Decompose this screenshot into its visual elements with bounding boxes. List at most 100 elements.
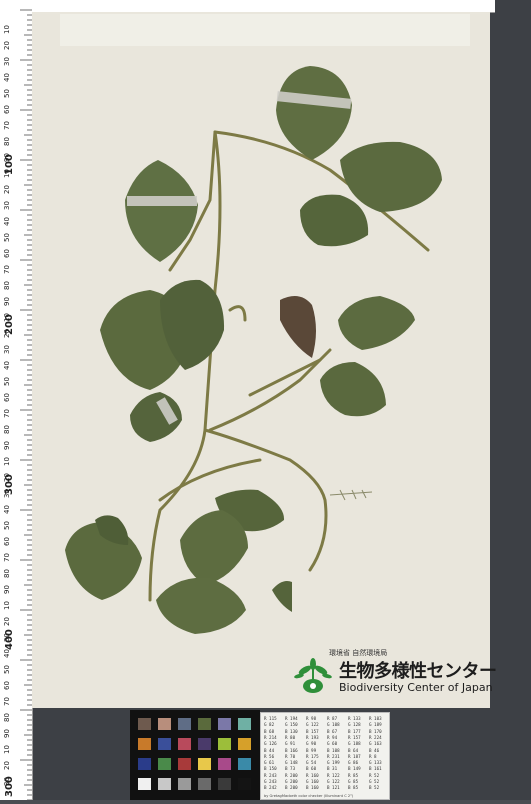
leaf (156, 577, 246, 634)
rgb-value-cell: B 121 (327, 785, 340, 791)
color-swatch (138, 758, 151, 770)
leaf (300, 194, 369, 247)
rgb-value-cell: R 200 (285, 772, 298, 778)
rgb-value-cell: G 122 (327, 779, 340, 784)
rgb-value-cell: G 199 (327, 760, 340, 766)
rgb-value-cell: G 60 (327, 741, 338, 747)
rgb-value-cell: R 133 (348, 716, 361, 721)
fruit-cluster (329, 489, 373, 501)
color-swatch (218, 758, 231, 770)
rgb-value-cell: B 46 (369, 747, 380, 753)
ruler-small-label: 10 (3, 745, 11, 754)
rgb-value-cell: G 86 (348, 760, 359, 766)
rgb-value-cell: G 133 (369, 760, 382, 766)
color-data-card: by GretagMacbeth color checker (Illumina… (260, 712, 390, 800)
rgb-value-cell: G 122 (306, 722, 319, 728)
rgb-value-cell: G 52 (369, 779, 380, 784)
rgb-value-cell: R 214 (264, 734, 277, 740)
rgb-value-cell: B 64 (348, 747, 359, 753)
rgb-value-cell: R 80 (285, 734, 296, 740)
rgb-value-cell: B 99 (306, 747, 317, 753)
ruler-small-label: 20 (3, 761, 11, 770)
rgb-value-cell: B 68 (264, 728, 275, 734)
rgb-value-cell: R 157 (348, 734, 361, 740)
rgb-value-cell: G 189 (369, 722, 382, 728)
ruler-small-label: 30 (3, 777, 11, 786)
leaf (340, 141, 442, 212)
rgb-value-cell: G 85 (348, 779, 359, 784)
rgb-value-cell: G 91 (285, 741, 296, 747)
rgb-value-cell: B 44 (264, 747, 275, 753)
color-swatch (138, 718, 151, 730)
rgb-value-cell: B 177 (348, 728, 361, 734)
color-swatch (218, 738, 231, 750)
rgb-value-cell: R 224 (369, 734, 382, 740)
rgb-value-cell: B 170 (369, 728, 382, 734)
color-swatch (158, 738, 171, 750)
rgb-value-cell: B 242 (264, 785, 277, 791)
plant-specimen (65, 66, 442, 634)
color-swatch (238, 738, 251, 750)
rgb-value-cell: B 60 (306, 766, 317, 772)
rgb-value-cell: R 87 (327, 716, 338, 721)
rgb-value-cell: R 98 (306, 716, 317, 721)
rgb-value-cell: R 85 (348, 772, 359, 778)
rgb-value-cell: R 8 (369, 753, 377, 759)
rgb-value-cell: G 82 (264, 722, 275, 728)
color-card-footer: by GretagMacbeth color checker (Illumina… (264, 794, 354, 798)
rgb-value-cell: R 193 (306, 734, 319, 740)
color-swatch (158, 718, 171, 730)
rgb-value-cell: B 31 (327, 766, 338, 772)
rgb-value-cell: B 160 (306, 785, 319, 791)
rgb-value-cell: B 73 (285, 766, 296, 772)
rgb-value-cell: R 103 (369, 716, 382, 721)
leaf (320, 362, 386, 417)
color-swatch (218, 718, 231, 730)
rgb-value-cell: B 52 (369, 785, 380, 791)
rgb-value-cell: B 166 (285, 747, 298, 753)
ruler-small-label: 80 (3, 713, 11, 722)
rgb-value-cell: R 115 (264, 716, 277, 721)
color-swatch (198, 778, 211, 790)
color-swatch (178, 758, 191, 770)
rgb-value-cell: G 54 (306, 760, 317, 766)
rgb-value-cell: B 157 (306, 728, 319, 734)
leaf (280, 296, 316, 358)
rgb-value-cell: R 160 (306, 772, 319, 778)
rgb-value-cell: G 160 (306, 779, 319, 784)
color-swatch (138, 738, 151, 750)
rgb-value-cell: R 194 (285, 716, 298, 721)
rgb-value-cell: R 52 (369, 772, 380, 778)
color-swatch (198, 758, 211, 770)
color-swatch (178, 738, 191, 750)
leaf (276, 66, 352, 160)
rgb-value-cell: R 187 (348, 753, 361, 759)
rgb-value-cell: G 200 (285, 779, 298, 784)
rgb-value-cell: B 200 (285, 785, 298, 791)
herbarium-scan: 100 200 300 400 300 10 20 30 40 50 60 70 80 90 10… (0, 0, 531, 801)
rgb-value-cell: G 126 (264, 741, 277, 747)
rgb-value-cell: B 150 (264, 766, 277, 772)
rgb-value-cell: G 128 (348, 722, 361, 728)
rgb-value-cell: R 122 (327, 772, 340, 778)
rgb-value-cell: G 108 (327, 722, 340, 728)
color-swatch (178, 718, 191, 730)
color-swatch (138, 778, 151, 790)
sprout-logo-icon (294, 658, 332, 693)
rgb-value-cell: R 231 (327, 753, 340, 759)
rgb-value-cell: R 175 (306, 753, 319, 759)
rgb-value-cell: G 188 (348, 741, 361, 747)
color-swatch (198, 718, 211, 730)
rgb-value-cell: G 148 (285, 760, 298, 766)
rgb-value-cell: B 161 (369, 766, 382, 772)
color-swatch (178, 778, 191, 790)
rgb-value-cell: G 61 (264, 760, 275, 766)
rgb-value-cell: B 67 (327, 728, 338, 734)
ruler-small-label: 90 (3, 729, 11, 738)
center-name-jp: 生物多様性センター (339, 661, 497, 682)
color-swatch (198, 738, 211, 750)
center-name-en: Biodiversity Center of Japan (339, 681, 493, 694)
rgb-value-cell: G 243 (264, 779, 277, 784)
rgb-value-cell: B 85 (348, 785, 359, 791)
rgb-value-cell: G 163 (369, 741, 382, 747)
